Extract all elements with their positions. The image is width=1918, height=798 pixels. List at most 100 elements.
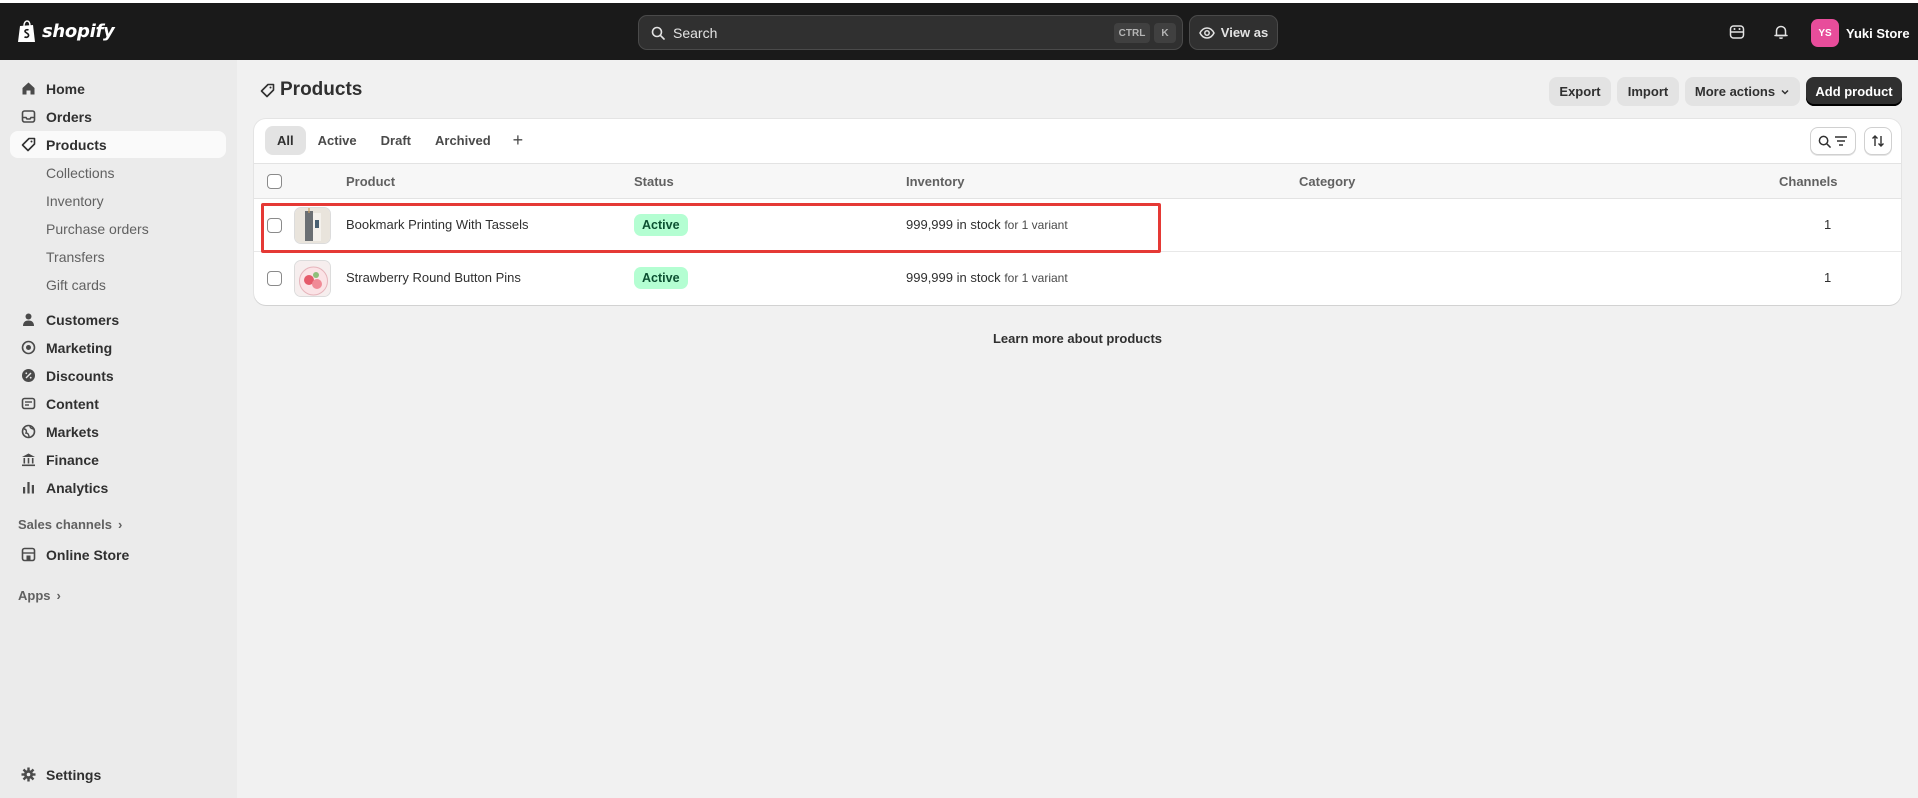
inventory-variants: for 1 variant [1004,218,1068,232]
select-all-checkbox[interactable] [267,174,282,189]
main-content: Products Export Import More actions Add … [237,60,1918,798]
inventory-stock: 999,999 in stock [906,217,1001,232]
shopify-bag-icon [18,20,35,42]
gear-icon [19,766,37,784]
shopify-logo[interactable]: shopify [17,20,115,43]
store-menu[interactable]: YS Yuki Store [1811,19,1910,47]
discount-icon [19,367,37,385]
sort-icon [1872,135,1884,147]
app-window: shopify Search CTRL K View as YS Yuki St… [0,3,1918,798]
sidebar-item-label: Customers [46,311,120,328]
view-as-label: View as [1220,25,1269,40]
sidebar-item-label: Discounts [46,367,114,384]
sidebar-item-finance[interactable]: Finance [10,446,226,473]
home-icon [19,80,37,98]
column-status[interactable]: Status [634,174,674,189]
sidebar-item-marketing[interactable]: Marketing [10,334,226,361]
tag-icon [19,136,37,154]
more-actions-label: More actions [1694,84,1776,99]
sidebar-item-home[interactable]: Home [10,75,226,102]
sidebar-item-content[interactable]: Content [10,390,226,417]
table-header: Product Status Inventory Category Channe… [254,163,1901,199]
sidebar-subitem-purchase-orders[interactable]: Purchase orders [46,221,149,237]
shortcut-k-key: K [1154,23,1176,43]
search-input[interactable]: Search CTRL K [638,15,1183,50]
channels-count: 1 [1824,217,1832,232]
sidebar-subitem-inventory[interactable]: Inventory [46,193,104,209]
channels-count: 1 [1824,270,1832,285]
avatar: YS [1811,19,1839,47]
notifications-button[interactable] [1771,22,1791,42]
search-placeholder: Search [673,24,718,41]
bell-icon [1774,25,1788,39]
page-title-text: Products [280,79,363,100]
tab-draft[interactable]: Draft [369,126,423,155]
row-checkbox[interactable] [267,271,282,286]
inventory-variants: for 1 variant [1004,271,1068,285]
sidebar-item-products[interactable]: Products [10,131,226,158]
target-icon [19,339,37,357]
sidebar-item-customers[interactable]: Customers [10,306,226,333]
bar-chart-icon [19,479,37,497]
shopify-wordmark: shopify [42,21,115,42]
add-view-button[interactable]: + [503,126,534,155]
apps-label: Apps [18,588,51,603]
view-as-button[interactable]: View as [1189,15,1278,50]
sales-channels-heading[interactable]: Sales channels › [18,517,122,532]
sidebar-item-discounts[interactable]: Discounts [10,362,226,389]
column-inventory[interactable]: Inventory [906,174,965,189]
bookmark-product-image [295,208,330,243]
apps-heading[interactable]: Apps › [18,588,61,603]
column-channels[interactable]: Channels [1779,174,1838,189]
sidebar: Home Orders Products Collections Invento… [0,60,237,798]
globe-icon [19,423,37,441]
search-icon [651,26,665,40]
inventory-cell: 999,999 in stock for 1 variant [906,270,1068,285]
content-icon [19,395,37,413]
eye-icon [1198,26,1215,39]
sidebar-item-settings[interactable]: Settings [10,761,226,788]
sort-button[interactable] [1864,127,1892,155]
search-filter-button[interactable] [1810,127,1856,155]
sidebar-subitem-gift-cards[interactable]: Gift cards [46,277,106,293]
export-button[interactable]: Export [1549,77,1611,106]
bank-icon [19,451,37,469]
product-thumbnail [294,260,331,297]
button-pins-product-image [295,261,330,296]
add-product-button[interactable]: Add product [1806,77,1902,106]
table-row[interactable]: Bookmark Printing With Tassels Active 99… [254,199,1901,252]
sidekick-icon [1729,25,1745,39]
products-card: All Active Draft Archived + Product Stat… [254,119,1901,305]
sales-channels-label: Sales channels [18,517,112,532]
shortcut-ctrl-key: CTRL [1114,23,1150,43]
sidebar-item-label: Content [46,395,99,412]
sidebar-subitem-collections[interactable]: Collections [46,165,114,181]
column-category[interactable]: Category [1299,174,1355,189]
sidebar-subitem-transfers[interactable]: Transfers [46,249,105,265]
more-actions-button[interactable]: More actions [1685,77,1800,106]
person-icon [19,311,37,329]
product-name[interactable]: Strawberry Round Button Pins [346,270,521,285]
row-checkbox[interactable] [267,218,282,233]
filter-tabs: All Active Draft Archived + [265,126,533,155]
column-product[interactable]: Product [346,174,395,189]
tab-archived[interactable]: Archived [423,126,503,155]
import-button[interactable]: Import [1617,77,1679,106]
plus-icon: + [512,130,524,150]
sidebar-item-label: Orders [46,108,92,125]
storefront-icon [19,546,37,564]
sidebar-item-markets[interactable]: Markets [10,418,226,445]
product-name[interactable]: Bookmark Printing With Tassels [346,217,529,232]
sidekick-button[interactable] [1727,22,1747,42]
inbox-icon [19,108,37,126]
search-icon [1818,135,1831,148]
table-row[interactable]: Strawberry Round Button Pins Active 999,… [254,252,1901,305]
learn-more-link[interactable]: Learn more about products [237,331,1918,346]
sidebar-item-orders[interactable]: Orders [10,103,226,130]
sidebar-item-online-store[interactable]: Online Store [10,541,226,568]
chevron-right-icon: › [117,517,123,532]
tab-all[interactable]: All [265,126,306,155]
tab-active[interactable]: Active [306,126,369,155]
sidebar-item-label: Finance [46,451,99,468]
sidebar-item-analytics[interactable]: Analytics [10,474,226,501]
